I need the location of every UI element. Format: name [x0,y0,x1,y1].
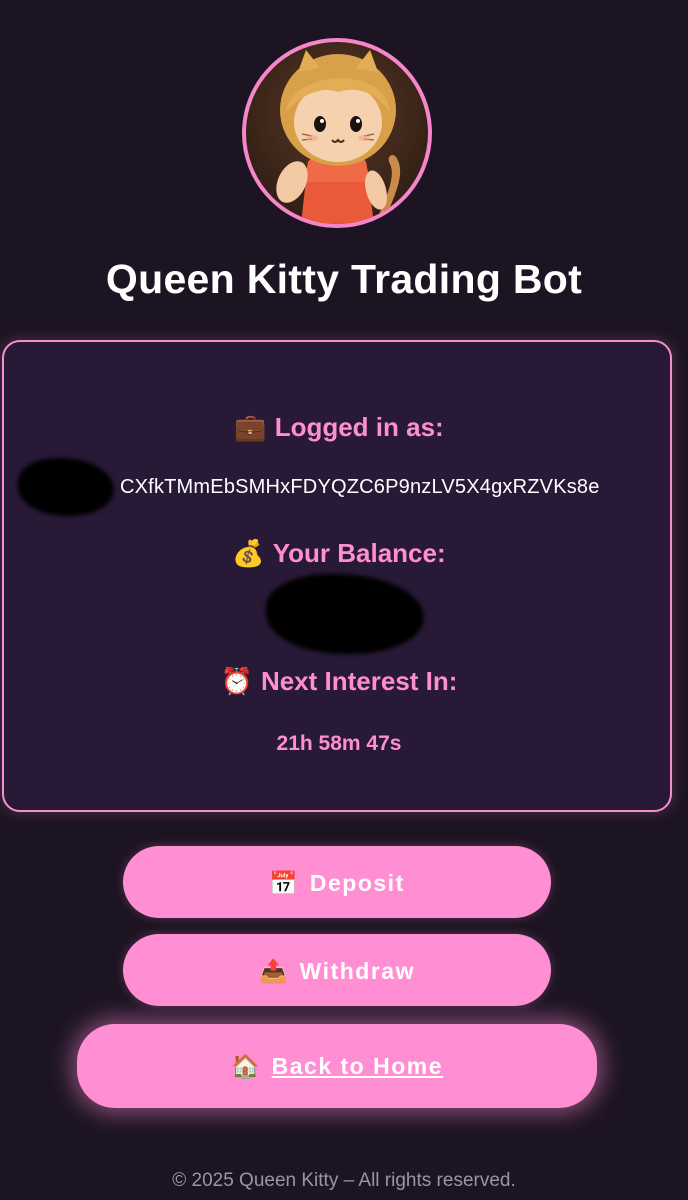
deposit-label: Deposit [309,870,405,896]
page-title: Queen Kitty Trading Bot [105,256,583,302]
calendar-icon: 📅 [269,870,298,896]
logged-in-heading: 💼 Logged in as: [4,412,674,443]
page: Queen Kitty Trading Bot 💼 Logged in as: C… [0,0,688,1200]
money-bag-icon: 💰 [232,538,265,568]
avatar [242,38,432,228]
deposit-button[interactable]: 📅 Deposit [123,846,551,918]
withdraw-label: Withdraw [299,958,415,984]
interest-countdown: 21h 58m 47s [276,732,402,755]
outbox-tray-icon: 📤 [259,958,288,984]
balance-heading: 💰 Your Balance: [4,538,674,569]
house-icon: 🏠 [230,1053,260,1079]
withdraw-button[interactable]: 📤 Withdraw [123,934,551,1006]
alarm-clock-icon: ⏰ [220,666,253,696]
interest-label: Next Interest In: [260,666,458,696]
back-to-home-label: Back to Home [271,1053,443,1079]
logged-in-label: Logged in as: [274,412,444,442]
briefcase-icon: 💼 [234,412,267,442]
balance-label: Your Balance: [272,538,446,568]
account-card: 💼 Logged in as: CXfkTMmEbSMHxFDYQZC6P9nzL… [2,340,672,812]
footer-copyright: © 2025 Queen Kitty – All rights reserved… [172,1170,516,1191]
back-to-home-link[interactable]: 🏠 Back to Home [77,1024,597,1108]
interest-heading: ⏰ Next Interest In: [4,666,674,697]
address-text: CXfkTMmEbSMHxFDYQZC6P9nzLV5X4gxRZVKs8e [120,476,600,498]
redaction-balance [266,574,424,654]
queen-kitty-avatar-icon [276,50,401,224]
redaction-address [18,458,114,516]
